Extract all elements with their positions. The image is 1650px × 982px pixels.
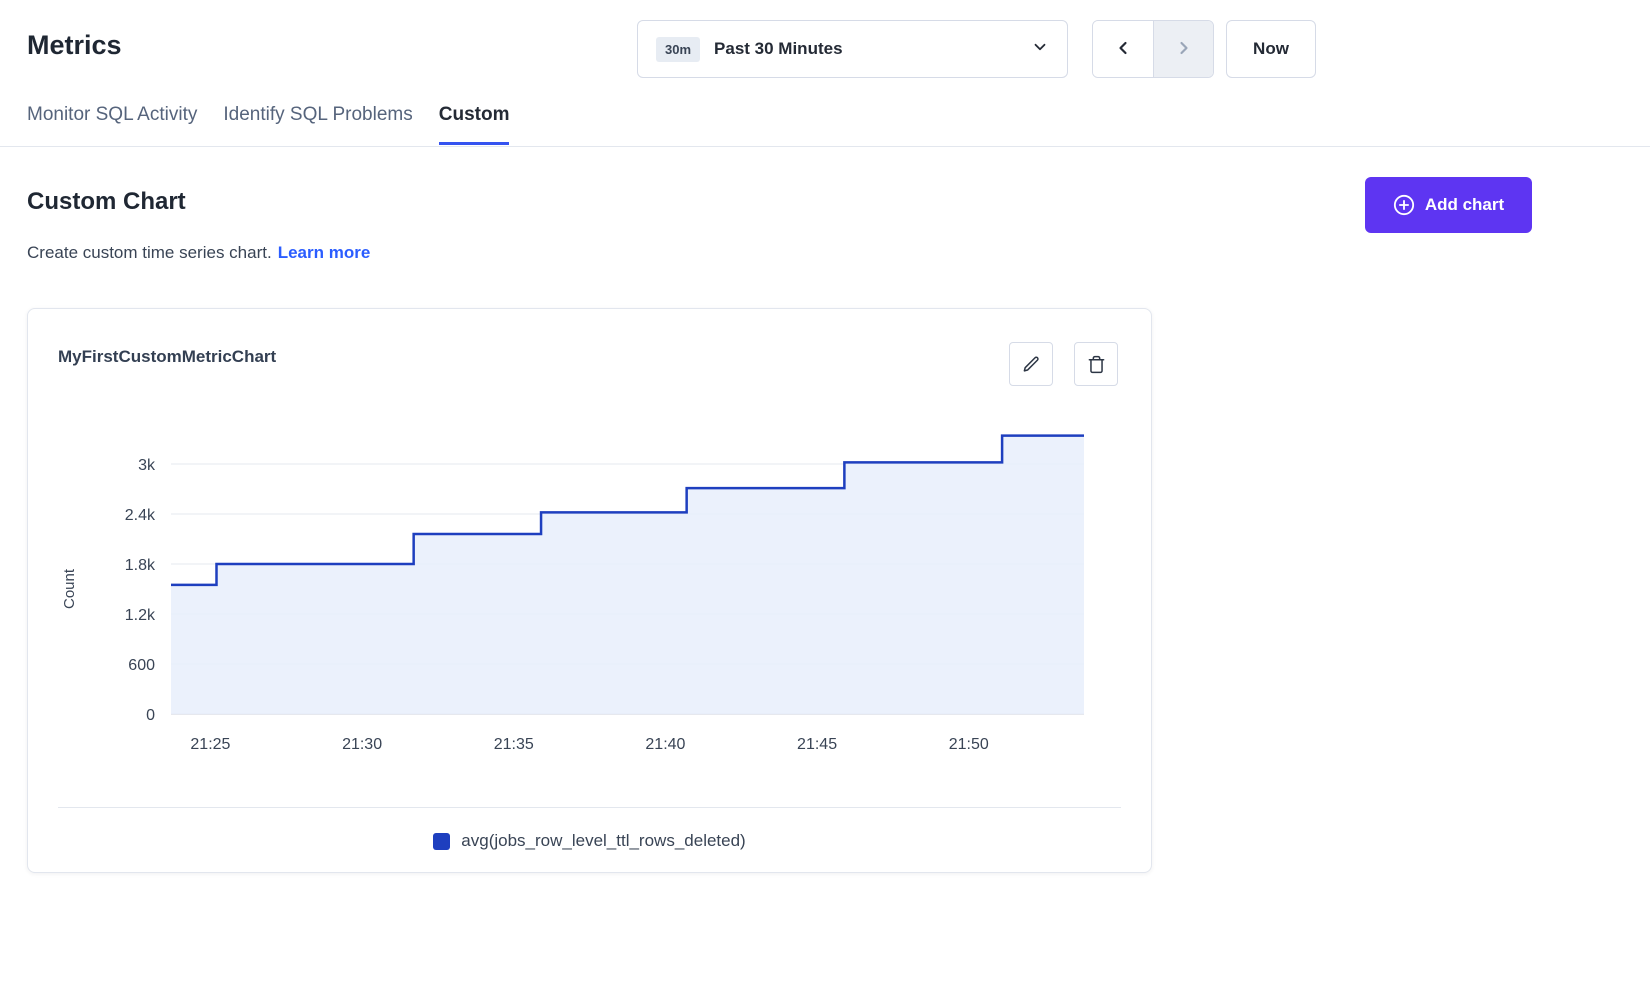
svg-text:21:30: 21:30 — [342, 736, 382, 753]
chevron-left-icon — [1113, 38, 1133, 61]
svg-text:21:45: 21:45 — [797, 736, 837, 753]
time-nav-group — [1092, 20, 1214, 78]
pencil-icon — [1022, 355, 1041, 374]
plus-circle-icon — [1393, 194, 1415, 216]
page-title: Metrics — [27, 30, 122, 61]
tabbar-divider — [0, 146, 1650, 147]
section-description: Create custom time series chart. Learn mo… — [27, 243, 370, 263]
chart-legend: avg(jobs_row_level_ttl_rows_deleted) — [28, 831, 1151, 851]
custom-chart-card: MyFirstCustomMetricChart 0 600 1.2k 1.8k 2.4… — [27, 308, 1152, 873]
tabbar: Monitor SQL Activity Identify SQL Proble… — [27, 104, 509, 145]
legend-swatch — [433, 833, 450, 850]
tab-monitor-sql-activity[interactable]: Monitor SQL Activity — [27, 104, 197, 145]
time-next-button[interactable] — [1153, 21, 1213, 77]
learn-more-link[interactable]: Learn more — [278, 243, 371, 262]
svg-text:21:40: 21:40 — [645, 736, 685, 753]
svg-text:1.8k: 1.8k — [125, 557, 156, 574]
tab-custom[interactable]: Custom — [439, 104, 510, 145]
add-chart-label: Add chart — [1425, 195, 1504, 215]
legend-label: avg(jobs_row_level_ttl_rows_deleted) — [461, 831, 745, 851]
time-range-badge: 30m — [656, 37, 700, 62]
chevron-down-icon — [1031, 38, 1049, 61]
svg-text:Count: Count — [61, 568, 78, 609]
svg-text:21:50: 21:50 — [949, 736, 989, 753]
svg-text:21:35: 21:35 — [494, 736, 534, 753]
delete-chart-button[interactable] — [1074, 342, 1118, 386]
time-prev-button[interactable] — [1093, 21, 1153, 77]
tab-identify-sql-problems[interactable]: Identify SQL Problems — [223, 104, 412, 145]
section-description-text: Create custom time series chart. — [27, 243, 272, 262]
time-range-select[interactable]: 30m Past 30 Minutes — [637, 20, 1068, 78]
chart-card-title: MyFirstCustomMetricChart — [58, 347, 276, 367]
add-chart-button[interactable]: Add chart — [1365, 177, 1532, 233]
time-range-label: Past 30 Minutes — [714, 39, 843, 59]
svg-text:600: 600 — [128, 657, 155, 674]
now-button[interactable]: Now — [1226, 20, 1316, 78]
svg-text:21:25: 21:25 — [190, 736, 230, 753]
svg-text:3k: 3k — [138, 457, 156, 474]
section-heading: Custom Chart — [27, 188, 186, 216]
svg-text:2.4k: 2.4k — [125, 507, 156, 524]
svg-text:0: 0 — [146, 707, 155, 724]
card-divider — [58, 807, 1121, 808]
trash-icon — [1087, 355, 1106, 374]
chevron-right-icon — [1174, 38, 1194, 61]
chart-svg[interactable]: 0 600 1.2k 1.8k 2.4k 3k 21:25 21:30 21:35 21:40 21… — [56, 409, 1121, 761]
svg-text:1.2k: 1.2k — [125, 607, 156, 624]
edit-chart-button[interactable] — [1009, 342, 1053, 386]
